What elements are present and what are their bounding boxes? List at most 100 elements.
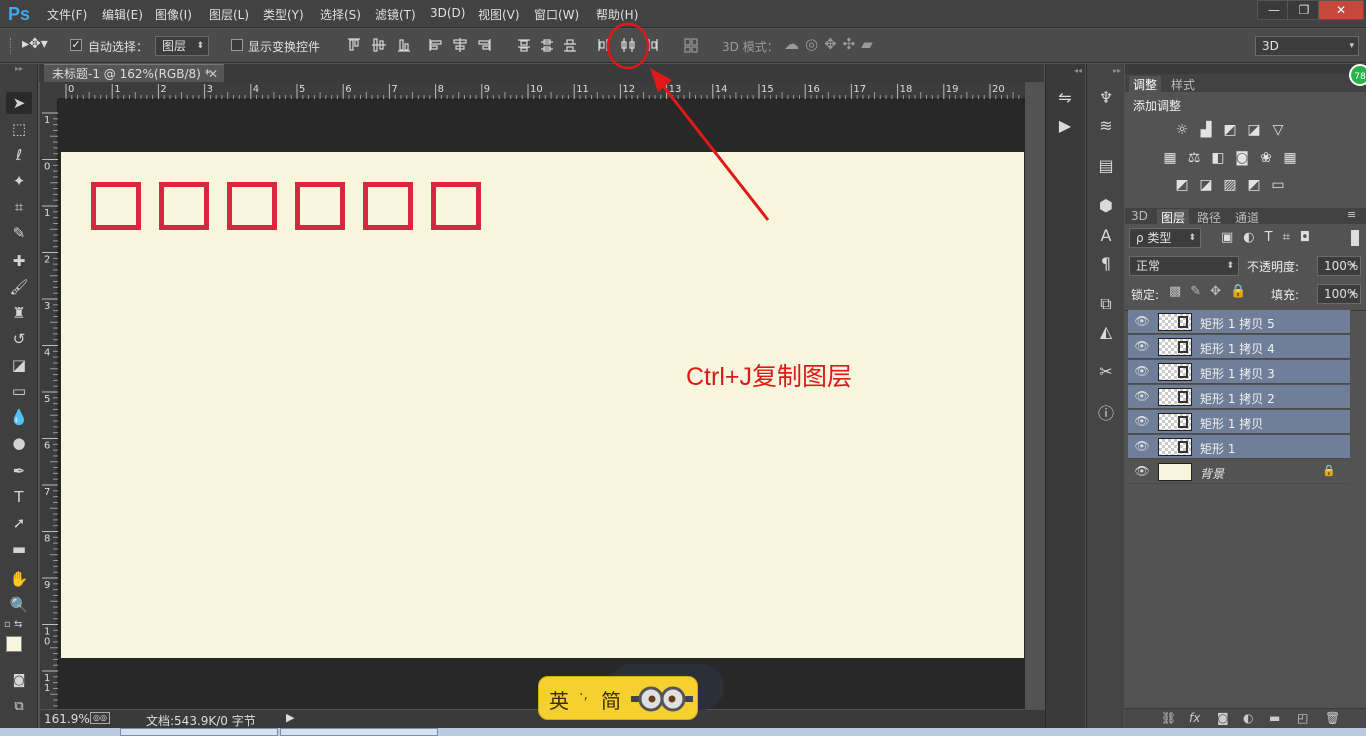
brush-tool-icon[interactable]: 🖌: [6, 276, 32, 298]
document-canvas[interactable]: [61, 152, 1024, 658]
taskbar-item[interactable]: [120, 728, 278, 736]
visibility-eye-icon[interactable]: 👁: [1134, 463, 1150, 479]
blend-mode-dropdown[interactable]: 正常 ⬍: [1129, 256, 1239, 276]
tab-layers[interactable]: 图层: [1157, 209, 1190, 226]
visibility-eye-icon[interactable]: 👁: [1134, 313, 1150, 329]
visibility-eye-icon[interactable]: 👁: [1134, 388, 1150, 404]
exposure-icon[interactable]: ◪: [1245, 122, 1263, 138]
screen-mode-icon[interactable]: ⧉: [6, 696, 32, 718]
tab-adjustments[interactable]: 调整: [1129, 76, 1162, 93]
hand-tool-icon[interactable]: ✋: [6, 568, 32, 590]
ime-punctuation[interactable]: ·,: [579, 687, 588, 703]
auto-select-checkbox[interactable]: ✓: [70, 39, 82, 51]
layer-row-background[interactable]: 👁 背景 🔒: [1128, 460, 1350, 484]
layer-row[interactable]: 👁 矩形 1: [1128, 435, 1350, 459]
curves-icon[interactable]: ◩: [1221, 122, 1239, 138]
fill-dropdown-icon[interactable]: ▾: [1345, 284, 1361, 304]
visibility-eye-icon[interactable]: 👁: [1134, 338, 1150, 354]
zoom-tool-icon[interactable]: 🔍: [6, 594, 32, 616]
history-panel-icon[interactable]: ⇋: [1054, 88, 1076, 108]
tab-channels[interactable]: 通道: [1235, 209, 1259, 226]
layer-row[interactable]: 👁 矩形 1 拷贝 3: [1128, 360, 1350, 384]
trash-icon[interactable]: 🗑: [1325, 711, 1340, 725]
properties-panel-icon[interactable]: ◭: [1095, 322, 1117, 342]
mask-icon[interactable]: ◙: [1217, 711, 1229, 725]
move-tool-preset-icon[interactable]: ▸✥▾: [22, 36, 48, 52]
dock2-collapse-icon[interactable]: ▸▸: [1087, 66, 1125, 75]
black-white-icon[interactable]: ◧: [1209, 150, 1227, 166]
menu-filter[interactable]: 滤镜(T): [375, 6, 416, 23]
tab-3d[interactable]: 3D: [1131, 209, 1148, 223]
3d-mode-icons[interactable]: ☁◎✥✣▰: [784, 35, 879, 53]
taskbar-item[interactable]: [280, 728, 438, 736]
color-balance-icon[interactable]: ⚖: [1185, 150, 1203, 166]
fx-icon[interactable]: fx: [1189, 711, 1200, 725]
menu-edit[interactable]: 编辑(E): [102, 6, 143, 23]
path-selection-tool-icon[interactable]: ➚: [6, 512, 32, 534]
lasso-tool-icon[interactable]: ℓ: [6, 144, 32, 166]
type-tool-icon[interactable]: T: [6, 486, 32, 508]
menu-window[interactable]: 窗口(W): [534, 6, 579, 23]
menu-type[interactable]: 类型(Y): [263, 6, 304, 23]
tool-presets-icon[interactable]: ♆: [1095, 88, 1117, 108]
menu-layer[interactable]: 图层(L): [209, 6, 249, 23]
3d-panel-icon[interactable]: ⬢: [1095, 196, 1117, 216]
dock-collapse-icon[interactable]: ◂◂: [1046, 66, 1086, 75]
gradient-map-icon[interactable]: ▭: [1269, 177, 1287, 193]
paragraph-panel-icon[interactable]: ¶: [1095, 254, 1117, 274]
menu-file[interactable]: 文件(F): [47, 6, 87, 23]
posterize-icon[interactable]: ◪: [1197, 177, 1215, 193]
info-circle-icon[interactable]: ⓘ: [1095, 404, 1117, 424]
menu-view[interactable]: 视图(V): [478, 6, 520, 23]
document-tab[interactable]: 未标题-1 @ 162%(RGB/8) * ✕: [44, 64, 224, 82]
clone-source-icon[interactable]: ⧉: [1095, 294, 1117, 314]
quick-mask-icon[interactable]: ◙: [6, 670, 32, 692]
menu-image[interactable]: 图像(I): [155, 6, 192, 23]
clone-stamp-tool-icon[interactable]: ♜: [6, 302, 32, 324]
toolbar-collapse-icon[interactable]: ▸▸: [4, 65, 34, 73]
minimize-button[interactable]: —: [1257, 0, 1291, 20]
invert-icon[interactable]: ◩: [1173, 177, 1191, 193]
ruler-origin[interactable]: [40, 82, 58, 99]
adjustment-icon[interactable]: ◐: [1243, 711, 1253, 725]
levels-icon[interactable]: ▟: [1197, 122, 1215, 138]
layer-filter-icons[interactable]: ▣◐T⌗◘: [1221, 230, 1320, 245]
swap-colors-icon[interactable]: ▫ ⇆: [4, 619, 34, 633]
menu-3d[interactable]: 3D(D): [430, 6, 465, 20]
channel-mixer-icon[interactable]: ❀: [1257, 150, 1275, 166]
auto-select-target-dropdown[interactable]: 图层 ⬍: [155, 36, 209, 56]
history-brush-tool-icon[interactable]: ↺: [6, 328, 32, 350]
move-tool-icon[interactable]: ➤: [6, 92, 32, 114]
panel-menu-icon[interactable]: ≡: [1347, 208, 1356, 221]
menu-select[interactable]: 选择(S): [320, 6, 361, 23]
tools-settings-icon[interactable]: ✂: [1095, 362, 1117, 382]
zoom-level[interactable]: 161.9%: [44, 712, 90, 726]
threshold-icon[interactable]: ▨: [1221, 177, 1239, 193]
lock-icons[interactable]: ▩✎✥🔒: [1169, 284, 1255, 299]
eyedropper-tool-icon[interactable]: ✎: [6, 222, 32, 244]
eraser-tool-icon[interactable]: ◪: [6, 354, 32, 376]
color-lookup-icon[interactable]: ▦: [1281, 150, 1299, 166]
folder-icon[interactable]: ▬: [1269, 711, 1280, 725]
layer-row[interactable]: 👁 矩形 1 拷贝 4: [1128, 335, 1350, 359]
foreground-color-swatch[interactable]: [6, 636, 22, 652]
blur-tool-icon[interactable]: 💧: [6, 406, 32, 428]
selective-color-icon[interactable]: ◩: [1245, 177, 1263, 193]
restore-button[interactable]: ❐: [1287, 0, 1321, 20]
layer-filter-dropdown[interactable]: ρ 类型 ⬍: [1129, 228, 1201, 248]
opacity-dropdown-icon[interactable]: ▾: [1345, 256, 1361, 276]
ime-language[interactable]: 英: [549, 685, 569, 714]
photo-filter-icon[interactable]: ◙: [1233, 150, 1251, 166]
layer-row[interactable]: 👁 矩形 1 拷贝 5: [1128, 310, 1350, 334]
filter-toggle[interactable]: [1351, 230, 1359, 246]
actions-panel-icon[interactable]: ▶: [1054, 116, 1076, 136]
layer-row[interactable]: 👁 矩形 1 拷贝 2: [1128, 385, 1350, 409]
vibrance-icon[interactable]: ▽: [1269, 122, 1287, 138]
visibility-eye-icon[interactable]: 👁: [1134, 363, 1150, 379]
close-button[interactable]: ✕: [1318, 0, 1364, 20]
show-transform-checkbox[interactable]: [231, 39, 243, 51]
tab-paths[interactable]: 路径: [1197, 209, 1221, 226]
dodge-tool-icon[interactable]: ●: [6, 432, 32, 454]
brightness-icon[interactable]: ☼: [1173, 122, 1191, 138]
brush-presets-icon[interactable]: ≋: [1095, 116, 1117, 136]
